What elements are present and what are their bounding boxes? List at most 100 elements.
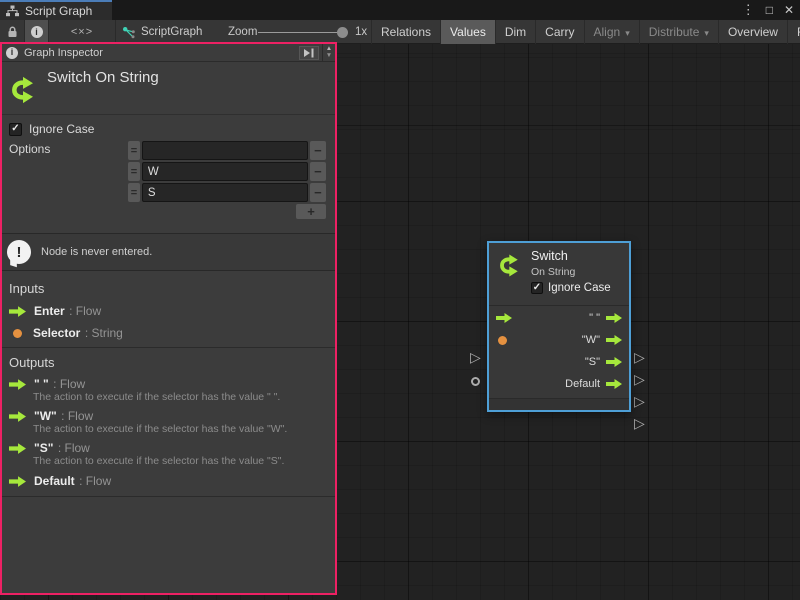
relations-button[interactable]: Relations: [371, 20, 440, 44]
external-output-port[interactable]: ▷: [634, 416, 645, 430]
script-graph-window: Script Graph ⋮ □ ✕ i <×>: [0, 0, 800, 600]
zoom-slider-track[interactable]: [258, 32, 342, 33]
switch-on-string-node[interactable]: Switch On String ✓ Ignore Case " ": [487, 241, 631, 412]
node-output-label: Default: [565, 378, 600, 390]
warning-text: Node is never entered.: [41, 246, 152, 258]
remove-option-button[interactable]: −: [310, 183, 326, 202]
outputs-header: Outputs: [9, 355, 55, 370]
output-port-default: Default : Flow: [9, 472, 111, 490]
graph-toolbar: i <×> ScriptGraph Zoom 1x Relations Valu…: [0, 20, 800, 44]
chevron-down-icon: ▾: [704, 28, 709, 38]
option-row: = −: [128, 162, 326, 181]
option-row: = −: [128, 141, 326, 160]
dim-button[interactable]: Dim: [495, 20, 535, 44]
node-output-label: "S": [585, 356, 600, 368]
remove-option-button[interactable]: −: [310, 141, 326, 160]
inspector-title-bar: i Graph Inspector ▲ ▼: [2, 44, 335, 62]
external-input-value-port[interactable]: [471, 377, 480, 386]
graph-breadcrumb[interactable]: ScriptGraph: [122, 20, 202, 44]
input-port-enter: Enter : Flow: [9, 302, 101, 320]
lock-button[interactable]: [0, 20, 24, 44]
drag-handle-icon[interactable]: =: [128, 141, 140, 160]
overview-button[interactable]: Overview: [718, 20, 787, 44]
flow-output-port[interactable]: [606, 313, 622, 323]
external-output-port[interactable]: ▷: [634, 350, 645, 364]
remove-option-button[interactable]: −: [310, 162, 326, 181]
port-description: The action to execute if the selector ha…: [33, 391, 280, 403]
switch-icon: [9, 74, 41, 106]
flow-input-port[interactable]: [496, 313, 512, 323]
node-output-label: "W": [582, 334, 600, 346]
input-port-selector: Selector : String: [9, 324, 123, 342]
node-footer: [489, 398, 629, 410]
section-divider: [2, 347, 335, 348]
variables-toggle-button[interactable]: <×>: [49, 20, 115, 44]
values-button[interactable]: Values: [440, 20, 495, 44]
node-subtitle: On String: [531, 266, 575, 278]
zoom-label: Zoom: [228, 20, 257, 44]
flow-port-icon: [9, 306, 26, 317]
window-controls: ⋮ □ ✕: [742, 0, 794, 20]
full-screen-button[interactable]: Full Screen: [787, 20, 800, 44]
graph-inspector-panel: i Graph Inspector ▲ ▼ Switch On String: [0, 42, 337, 595]
options-label: Options: [9, 142, 50, 156]
warning-banner: ! Node is never entered.: [2, 233, 335, 271]
info-icon: i: [31, 26, 43, 38]
port-description: The action to execute if the selector ha…: [33, 423, 287, 435]
option-value-input[interactable]: [142, 141, 308, 160]
graph-name: ScriptGraph: [141, 26, 202, 38]
external-input-flow-port[interactable]: ▷: [470, 350, 481, 364]
tab-script-graph[interactable]: Script Graph: [0, 0, 112, 20]
align-dropdown-button[interactable]: Align▾: [584, 20, 639, 44]
toolbar-buttons: Relations Values Dim Carry Align▾ Distri…: [371, 20, 800, 44]
inputs-header: Inputs: [9, 281, 44, 296]
flow-port-icon: [9, 443, 26, 454]
value-input-port[interactable]: [498, 336, 507, 345]
node-header: Switch On String ✓ Ignore Case: [489, 243, 629, 306]
node-ignore-case: ✓ Ignore Case: [531, 282, 611, 294]
dock-icon: [303, 48, 315, 58]
chevron-down-icon: ▾: [625, 28, 630, 38]
flow-output-port[interactable]: [606, 335, 622, 345]
panel-scroll-spinner: ▲ ▼: [322, 44, 335, 62]
port-description: The action to execute if the selector ha…: [33, 455, 284, 467]
node-title: Switch: [531, 249, 568, 263]
option-row: = −: [128, 183, 326, 202]
external-output-port[interactable]: ▷: [634, 372, 645, 386]
drag-handle-icon[interactable]: =: [128, 162, 140, 181]
add-option-button[interactable]: +: [296, 204, 326, 219]
option-value-input[interactable]: [142, 162, 308, 181]
flow-output-port[interactable]: [606, 357, 622, 367]
carry-button[interactable]: Carry: [535, 20, 583, 44]
zoom-slider-handle[interactable]: [337, 27, 348, 38]
zoom-value: 1x: [355, 20, 367, 44]
code-icon: <×>: [71, 26, 93, 38]
distribute-dropdown-button[interactable]: Distribute▾: [639, 20, 718, 44]
warning-icon: !: [7, 240, 31, 264]
flow-port-icon: [9, 379, 26, 390]
tab-label: Script Graph: [25, 4, 92, 18]
node-port-row: " ": [489, 307, 629, 329]
window-maximize-icon[interactable]: □: [766, 0, 773, 20]
flow-output-port[interactable]: [606, 379, 622, 389]
node-port-row: "W": [489, 329, 629, 351]
window-menu-icon[interactable]: ⋮: [742, 0, 755, 20]
node-ignore-case-checkbox[interactable]: ✓: [531, 282, 543, 294]
option-value-input[interactable]: [142, 183, 308, 202]
inspector-node-header: Switch On String: [2, 62, 335, 115]
lock-icon: [7, 26, 18, 38]
options-list: = − = − = − +: [128, 141, 326, 219]
flow-port-icon: [9, 411, 26, 422]
dock-panel-button[interactable]: [299, 46, 319, 60]
section-divider: [2, 496, 335, 497]
window-close-icon[interactable]: ✕: [784, 0, 794, 20]
drag-handle-icon[interactable]: =: [128, 183, 140, 202]
value-port-icon: [13, 329, 22, 338]
node-output-label: " ": [589, 312, 600, 324]
flow-port-icon: [9, 476, 26, 487]
inspector-toggle-button[interactable]: i: [25, 20, 48, 44]
external-output-port[interactable]: ▷: [634, 394, 645, 408]
node-ports: " " "W" "S": [489, 307, 629, 395]
ignore-case-checkbox[interactable]: ✓: [9, 123, 22, 136]
scroll-down-icon[interactable]: ▼: [326, 53, 332, 60]
